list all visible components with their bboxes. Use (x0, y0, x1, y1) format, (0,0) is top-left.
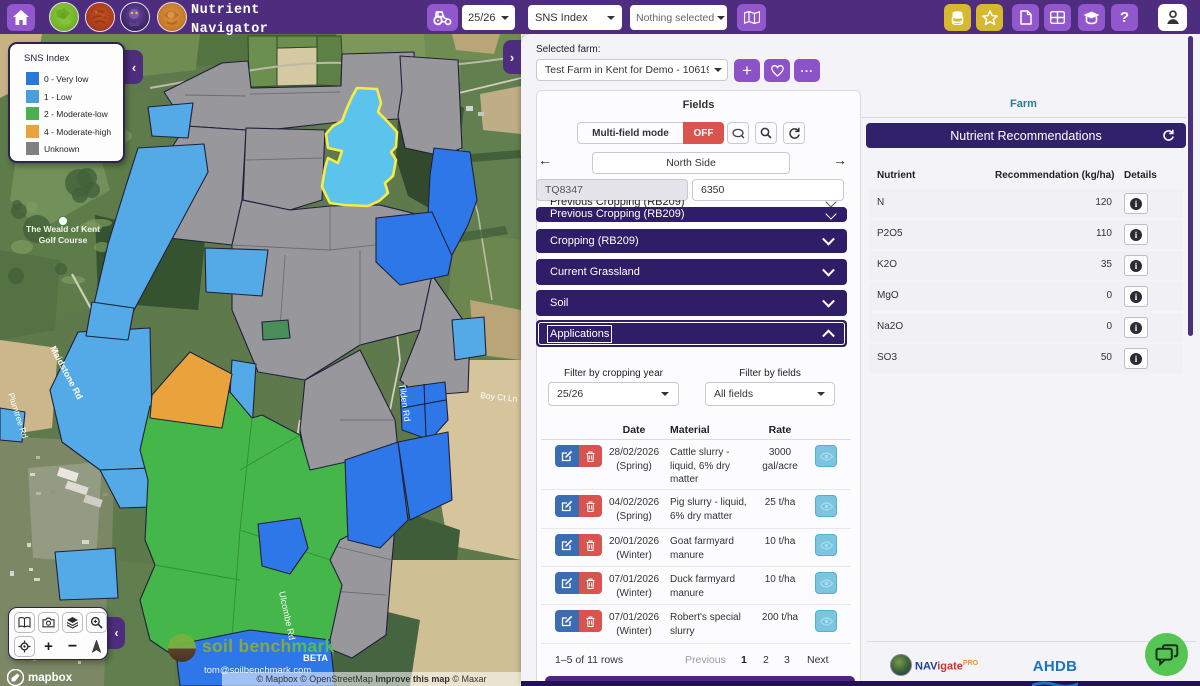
svg-text:Golf Course: Golf Course (39, 235, 88, 245)
